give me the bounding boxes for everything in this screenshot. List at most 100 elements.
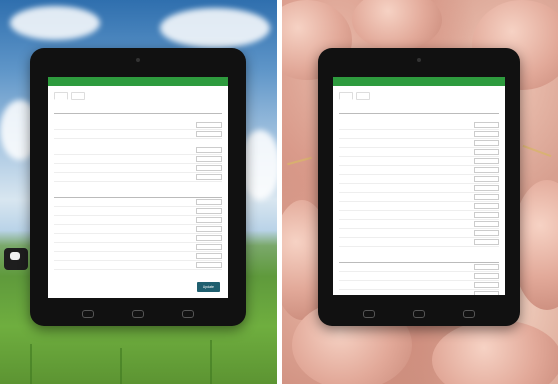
value-input[interactable] [474,167,499,173]
home-icon[interactable] [132,310,144,318]
right-promo-panel [282,0,558,384]
table-row [54,121,222,130]
value-input[interactable] [474,194,499,200]
value-input[interactable] [474,149,499,155]
cow-image [4,248,28,270]
straw [522,144,552,158]
table-row [339,272,499,281]
table-row [54,155,222,164]
table-row [339,281,499,290]
value-input[interactable] [195,156,222,162]
table-row [339,184,499,193]
value-input[interactable] [474,264,499,270]
tab-bar [48,86,228,103]
value-input[interactable] [195,199,222,205]
screenshot-collage: Update [0,0,558,384]
table-header [339,105,499,114]
table-row [54,216,222,225]
table-row [339,166,499,175]
recent-apps-icon[interactable] [182,310,194,318]
value-input[interactable] [474,221,499,227]
pig [352,0,442,50]
table-row [339,121,499,130]
value-input[interactable] [195,244,222,250]
right-tablet [318,48,520,326]
table-row [54,146,222,155]
grass [30,344,32,384]
table-row [339,229,499,238]
table-row [54,225,222,234]
table-row [54,234,222,243]
table-row [339,263,499,272]
table-row [54,243,222,252]
tab-bar [333,86,505,103]
table-row [339,238,499,247]
table-row [339,148,499,157]
home-icon[interactable] [413,310,425,318]
table-row [54,198,222,207]
table-row [54,261,222,270]
app-header [333,77,505,86]
tab-1[interactable] [54,92,68,100]
value-input[interactable] [474,203,499,209]
table-row [54,173,222,182]
value-input[interactable] [195,235,222,241]
value-input[interactable] [195,174,222,180]
value-input[interactable] [474,158,499,164]
table-row [54,130,222,139]
table-row [339,139,499,148]
tab-2[interactable] [356,92,370,100]
table-header [54,105,222,114]
value-input[interactable] [474,273,499,279]
recent-apps-icon[interactable] [463,310,475,318]
value-input[interactable] [195,122,222,128]
value-input[interactable] [195,131,222,137]
left-tablet-screen: Update [48,77,228,298]
android-nav-bar [30,310,246,318]
table-row [54,164,222,173]
camera-dot [417,58,421,62]
value-input[interactable] [195,253,222,259]
value-input[interactable] [195,262,222,268]
table-row [339,290,499,295]
calc-table [339,105,499,295]
value-input[interactable] [474,122,499,128]
tab-1[interactable] [339,92,353,100]
left-promo-panel: Update [0,0,277,384]
value-input[interactable] [195,147,222,153]
table-row [54,207,222,216]
value-input[interactable] [474,131,499,137]
table-row [339,175,499,184]
value-input[interactable] [195,226,222,232]
value-input[interactable] [474,230,499,236]
value-input[interactable] [195,217,222,223]
value-input[interactable] [474,212,499,218]
section-title [54,189,222,198]
table-row [339,211,499,220]
table-row [339,220,499,229]
value-input[interactable] [474,239,499,245]
value-input[interactable] [195,208,222,214]
table-row [339,157,499,166]
value-input[interactable] [474,291,499,295]
update-button[interactable]: Update [196,282,220,292]
back-icon[interactable] [363,310,375,318]
calc-table [54,105,222,270]
tab-2[interactable] [71,92,85,100]
table-row [339,202,499,211]
value-input[interactable] [474,185,499,191]
value-input[interactable] [474,176,499,182]
back-icon[interactable] [82,310,94,318]
right-tablet-screen [333,77,505,295]
table-row [339,130,499,139]
pig [432,320,558,384]
value-input[interactable] [195,165,222,171]
section-title [339,254,499,263]
straw [287,156,312,166]
value-input[interactable] [474,140,499,146]
table-row [339,193,499,202]
camera-dot [136,58,140,62]
grass [210,340,212,384]
value-input[interactable] [474,282,499,288]
cloud [160,8,270,48]
